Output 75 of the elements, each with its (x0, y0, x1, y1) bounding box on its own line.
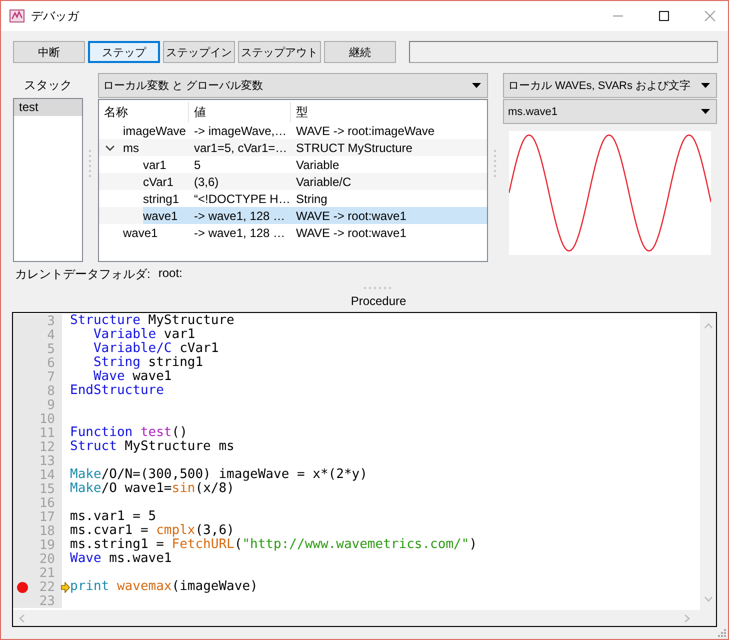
scroll-down-icon[interactable] (704, 596, 712, 602)
code-line: Function test() (70, 426, 188, 440)
line-number: 17 (38, 510, 55, 524)
line-number: 9 (46, 398, 55, 412)
line-number: 4 (46, 328, 55, 342)
code-line: Wave ms.wave1 (70, 552, 172, 566)
procedure-title: Procedure (350, 294, 408, 310)
code-line: ms.string1 = FetchURL("http://www.wavemetrics.com/") (70, 538, 478, 552)
code-line: Make/O wave1=sin(x/8) (70, 482, 234, 496)
line-number: 12 (38, 440, 55, 454)
splitter-grip-icon[interactable] (494, 150, 497, 180)
scroll-up-icon[interactable] (704, 323, 712, 329)
resize-grip-icon[interactable] (717, 628, 726, 637)
line-number: 22 (38, 580, 55, 594)
line-number: 21 (38, 566, 55, 580)
splitter-grip-icon[interactable] (89, 150, 92, 180)
line-number: 10 (38, 412, 55, 426)
toolbar-button[interactable]: ステップアウト (238, 41, 321, 63)
line-number: 8 (46, 384, 55, 398)
wave-dropdown[interactable]: ms.wave1 (503, 99, 717, 124)
folder-label: カレントデータフォルダ: (15, 266, 150, 282)
code-line: ms.var1 = 5 (70, 510, 156, 524)
line-number: 11 (38, 426, 55, 440)
stack-item[interactable]: test (14, 99, 82, 116)
line-number: 19 (38, 538, 55, 552)
line-number: 3 (46, 314, 55, 328)
close-icon[interactable] (704, 10, 716, 22)
line-number: 15 (38, 482, 55, 496)
code-line: EndStructure (70, 384, 164, 398)
code-line: ms.cvar1 = cmplx(3,6) (70, 524, 234, 538)
code-line: print wavemax(imageWave) (70, 580, 258, 594)
line-number: 23 (38, 594, 55, 608)
scroll-left-icon[interactable] (19, 614, 25, 622)
line-number: 7 (46, 370, 55, 384)
line-number: 16 (38, 496, 55, 510)
dropdown-arrow-icon (472, 83, 481, 88)
toolbar-button[interactable]: 中断 (13, 41, 85, 63)
breakpoint-icon[interactable] (17, 582, 28, 592)
stack-list[interactable]: test (13, 98, 83, 262)
column-header[interactable]: 名称 (99, 102, 189, 122)
variable-row[interactable]: imageWave -> imageWave,… WAVE -> root:imageWave (123, 122, 487, 139)
code-line: Make/O/N=(300,500) imageWave = x*(2*y) (70, 468, 368, 482)
code-line: Wave wave1 (92, 370, 172, 384)
collapse-chevron-icon[interactable] (105, 144, 115, 150)
scroll-right-icon[interactable] (684, 614, 690, 622)
scope-dropdown[interactable]: ローカル変数 と グローバル変数 (98, 73, 488, 98)
column-header[interactable]: 値 (189, 102, 291, 122)
line-number: 13 (38, 454, 55, 468)
stack-label: スタック (23, 77, 73, 94)
toolbar-button[interactable]: ステップイン (163, 41, 235, 63)
line-number: 6 (46, 356, 55, 370)
line-number: 5 (46, 342, 55, 356)
variable-row[interactable]: string1 “<!DOCTYPE H… String (143, 190, 487, 207)
variable-row[interactable]: wave1 -> wave1, 128 … WAVE -> root:wave1 (123, 224, 487, 241)
line-number: 20 (38, 552, 55, 566)
dropdown-arrow-icon (701, 109, 710, 114)
window-title: デバッガ (31, 8, 79, 24)
variable-row[interactable]: var1 5 Variable (143, 156, 487, 173)
wave-scope-dropdown[interactable]: ローカル WAVEs, SVARs および文字 (503, 73, 717, 98)
code-line: String string1 (92, 356, 204, 370)
code-line: Struct MyStructure ms (70, 440, 234, 454)
column-header[interactable]: 型 (291, 102, 487, 122)
code-line: Structure MyStructure (70, 314, 234, 328)
app-icon (9, 8, 25, 24)
code-line: Variable/C cVar1 (92, 342, 219, 356)
toolbar-button[interactable]: 継続 (324, 41, 396, 63)
toolbar-button[interactable]: ステップ (88, 41, 160, 63)
line-number: 14 (38, 468, 55, 482)
code-editor[interactable] (12, 312, 717, 627)
variable-row[interactable]: wave1 -> wave1, 128 … WAVE -> root:wave1 (143, 207, 487, 224)
folder-value: root: (158, 266, 182, 282)
line-number: 18 (38, 524, 55, 538)
code-line: Variable var1 (92, 328, 196, 342)
maximize-icon[interactable] (658, 10, 670, 22)
dropdown-arrow-icon (701, 83, 710, 88)
